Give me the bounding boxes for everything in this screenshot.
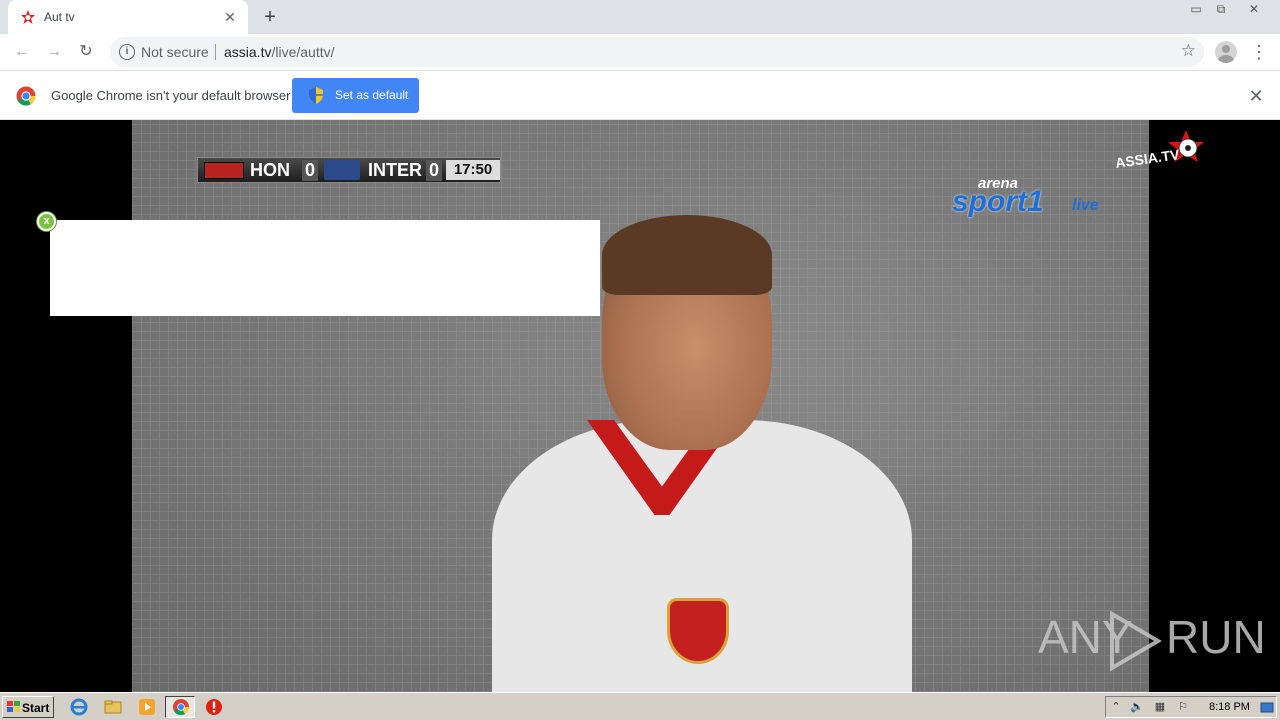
bookmark-star-icon[interactable]: ☆ [1181,41,1196,61]
infobar-close-icon[interactable]: ✕ [1246,86,1266,107]
ad-overlay[interactable] [50,220,600,316]
volume-icon[interactable]: 🔈 [1130,700,1144,714]
tray-expand-icon[interactable]: ⌃ [1109,700,1123,714]
profile-avatar-icon[interactable] [1215,41,1237,63]
info-icon[interactable]: i [119,44,135,60]
team2-name: INTER [368,160,422,180]
file-explorer-icon[interactable] [104,698,122,716]
default-browser-infobar: Google Chrome isn't your default browser… [0,71,1280,120]
set-as-default-label: Set as default [335,88,409,102]
security-label[interactable]: Not secure [141,44,209,60]
chrome-logo-icon [16,86,36,106]
url-path: /live/auttv/ [271,44,335,60]
start-button[interactable]: Start [2,696,54,718]
start-label: Start [22,701,50,715]
match-clock: 17:50 [446,160,500,180]
url-host: assia.tv [224,44,272,60]
video-player[interactable]: HON 0 INTER 0 17:50 arena sport1 live [132,120,1149,692]
network-icon[interactable]: ▦ [1153,700,1167,714]
system-tray: ⌃ 🔈 ▦ ⚐ 8:18 PM [1105,696,1277,718]
minimize-button[interactable]: ▭ [1182,0,1210,20]
scoreboard: HON 0 INTER 0 17:50 [197,157,501,183]
taskbar-chrome-button[interactable] [165,696,195,718]
chrome-taskbar-icon [173,699,190,716]
windows-taskbar: Start ⌃ 🔈 ▦ ⚐ 8:18 PM [0,692,1280,720]
assia-tv-logo: ASSIA.TV [1116,130,1204,171]
url-text[interactable]: assia.tv/live/auttv/ [224,44,335,60]
media-player-icon[interactable] [138,698,156,716]
team1-name: HON [250,160,290,180]
close-window-button[interactable]: ✕ [1240,0,1268,20]
page-content: HON 0 INTER 0 17:50 arena sport1 live AS… [0,120,1280,692]
tab-close-icon[interactable]: ✕ [222,9,238,25]
omnibox-divider [215,44,216,60]
forward-button[interactable]: → [42,40,66,64]
security-alert-icon[interactable] [205,698,223,716]
channel-logo-line2: sport1 [952,185,1044,218]
club-badge [667,598,729,664]
team1-score: 0 [302,160,319,181]
anyrun-play-icon [1110,610,1162,672]
uac-shield-icon [309,87,323,104]
reload-button[interactable]: ↻ [74,40,98,64]
player-hair [602,215,772,295]
internet-explorer-icon[interactable] [70,698,88,716]
address-bar[interactable]: i Not secure assia.tv/live/auttv/ ☆ [110,37,1204,67]
tab-aut-tv[interactable]: Aut tv ✕ [8,0,248,34]
windows-flag-icon [7,701,20,712]
ad-close-icon[interactable]: x [37,212,56,231]
taskbar-clock[interactable]: 8:18 PM [1209,701,1250,713]
assia-star-icon [21,10,35,24]
anyrun-watermark-right: RUN [1166,611,1266,663]
browser-toolbar: ← → ↻ i Not secure assia.tv/live/auttv/ … [0,34,1280,71]
action-center-flag-icon[interactable]: ⚐ [1176,700,1190,714]
assia-watermark: ASSIA.TV [1116,146,1181,171]
new-tab-button[interactable]: + [258,6,282,30]
tab-strip: Aut tv ✕ + ▭ ⧉ ✕ [0,0,1280,34]
chrome-menu-icon[interactable]: ⋮ [1250,40,1268,64]
team2-score: 0 [426,160,443,181]
tab-title: Aut tv [44,10,75,24]
team2-crest-icon [324,160,360,180]
show-desktop-icon[interactable] [1260,701,1274,715]
restore-button[interactable]: ⧉ [1207,0,1235,20]
infobar-message: Google Chrome isn't your default browser [51,88,291,103]
team1-crest-icon [204,162,244,179]
channel-logo-line3: live [1072,197,1099,214]
set-as-default-button[interactable]: Set as default [292,78,419,113]
back-button[interactable]: ← [10,40,34,64]
